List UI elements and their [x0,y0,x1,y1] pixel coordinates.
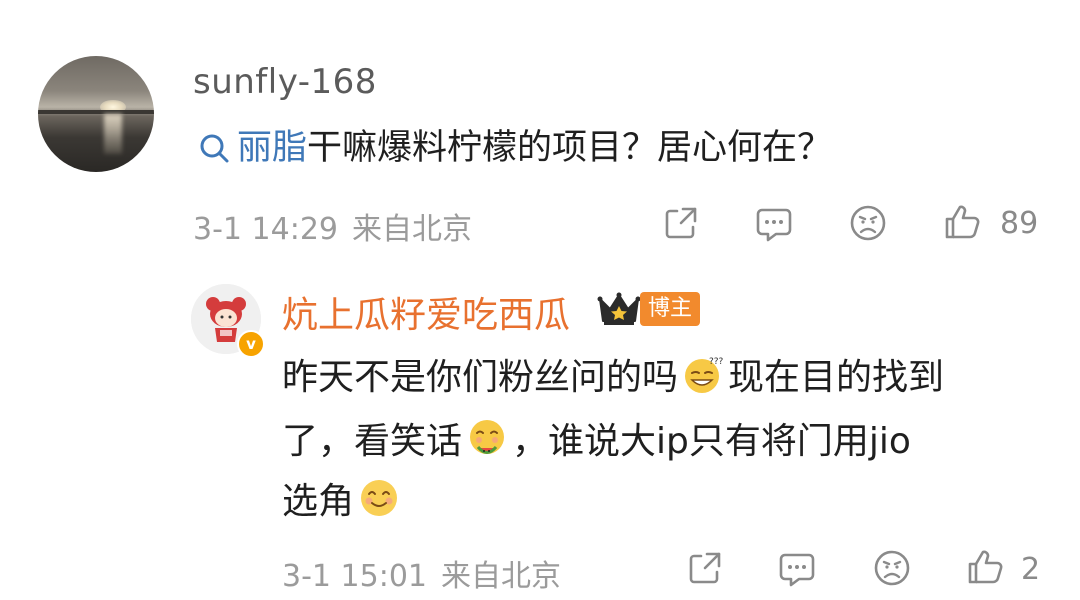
sleepy-grin-emoji: ??? [685,357,724,393]
verified-badge: v [237,330,265,358]
topic-link[interactable]: 丽脂 [195,126,307,170]
reply-text-segment: ，谁说大ip只有将门用jio [512,421,911,462]
reply-text-line: 了，看笑话 ，谁说大ip只有将门用jio [282,412,911,464]
like-icon[interactable] [965,547,1005,587]
crown-icon [597,292,641,325]
eating-watermelon-emoji [470,420,505,454]
reply-text-segment: 现在目的找到 [728,357,945,398]
avatar-water-glint [104,114,122,154]
comment-icon[interactable] [777,548,817,588]
reply-text-segment: 选角 [282,481,355,522]
svg-text:???: ??? [709,357,724,367]
reply-text-segment: 昨天不是你们粉丝问的吗 [282,357,679,398]
topic-link-label: 丽脂 [237,128,308,168]
avatar[interactable] [38,56,154,172]
share-icon[interactable] [661,203,701,243]
reply-time: 3-1 15:01 [282,559,427,594]
dislike-icon[interactable] [872,548,912,588]
comment-time: 3-1 14:29 [193,212,338,247]
reply-username[interactable]: 炕上瓜籽爱吃西瓜 [282,286,570,338]
reply-meta: 3-1 15:01 来自北京 [282,551,561,595]
reply-text-line: 选角 [282,472,404,524]
like-count: 2 [1021,552,1041,587]
comment-location: 来自北京 [352,212,472,247]
comment-username[interactable]: sunfly-168 [193,62,377,102]
avatar-horizon [38,110,154,114]
comment-text: 丽脂 干嘛爆料柠檬的项目？居心何在？ [195,126,832,170]
share-icon[interactable] [685,548,725,588]
dislike-icon[interactable] [848,203,888,243]
search-icon [200,134,229,163]
smile-emoji [361,480,398,516]
reply-text-segment: 了，看笑话 [282,421,463,462]
comment-body: 干嘛爆料柠檬的项目？居心何在？ [307,128,833,168]
comment-meta: 3-1 14:29 来自北京 [193,204,472,248]
like-icon[interactable] [942,202,982,242]
like-count: 89 [1000,206,1039,241]
reply-text-line: 昨天不是你们粉丝问的吗 ??? 现在目的找到 [282,348,944,400]
reply-location: 来自北京 [441,559,561,594]
comment-icon[interactable] [754,203,794,243]
host-badge: 博主 [640,292,701,326]
